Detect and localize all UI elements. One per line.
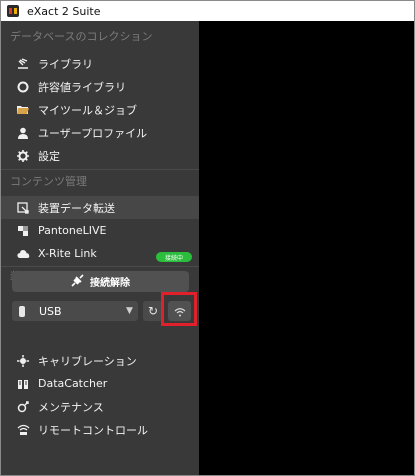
sidebar-item-label: キャリブレーション (38, 354, 137, 368)
datacatcher-icon (16, 377, 30, 391)
plug-icon (71, 273, 84, 290)
gear-icon (16, 149, 30, 163)
disconnect-label: 接続解除 (90, 278, 130, 289)
pantone-icon (16, 224, 30, 238)
sidebar-item-label: 設定 (38, 149, 60, 163)
refresh-icon: ↻ (147, 304, 159, 318)
sidebar-item-label: DataCatcher (38, 377, 108, 390)
main-content-pane (199, 21, 414, 475)
sidebar-item-label: 装置データ転送 (38, 201, 115, 215)
section-header-collection: データベースのコレクション (10, 30, 153, 43)
sidebar-item-maintenance[interactable]: メンテナンス (1, 395, 199, 418)
sidebar-item-label: メンテナンス (38, 400, 104, 414)
sidebar-item-pantonelive[interactable]: PantoneLIVE (1, 219, 199, 242)
cloud-icon (16, 247, 30, 261)
tolerance-icon (16, 80, 30, 94)
section-header-content-management: コンテンツ管理 (10, 175, 87, 188)
app-logo-icon (7, 5, 19, 17)
connection-status-badge: 接続中 (156, 252, 192, 262)
sidebar-item-settings[interactable]: 設定 (1, 144, 199, 167)
sidebar-item-remote-control[interactable]: リモートコントロール (1, 418, 199, 441)
user-icon (16, 126, 30, 140)
sidebar-item-label: ユーザープロファイル (38, 126, 148, 140)
sidebar-item-tolerance-library[interactable]: 許容値ライブラリ (1, 75, 199, 98)
folder-icon (16, 103, 30, 117)
sidebar-item-label: リモートコントロール (38, 423, 148, 437)
disconnect-button[interactable]: 接続解除 (12, 271, 189, 292)
sidebar-item-label: マイツール＆ジョブ (38, 103, 137, 117)
sidebar-item-label: 許容値ライブラリ (38, 80, 126, 94)
wifi-button-highlight (161, 292, 197, 326)
app-window: eXact 2 Suite データベースのコレクション ライブラリ 許容値ライブ… (0, 0, 415, 476)
window-title: eXact 2 Suite (27, 4, 101, 18)
sidebar-item-datacatcher[interactable]: DataCatcher (1, 372, 199, 395)
refresh-button[interactable]: ↻ (143, 301, 163, 321)
transfer-icon (16, 201, 30, 215)
connection-type-select[interactable]: USB ▼ (12, 301, 138, 321)
connection-type-value: USB (39, 304, 62, 318)
sidebar-item-device-data-transfer[interactable]: 装置データ転送 (1, 196, 199, 219)
title-bar: eXact 2 Suite (1, 1, 414, 21)
calibration-icon (16, 354, 30, 368)
usb-icon (19, 305, 25, 317)
sidebar-item-label: X-Rite Link (38, 247, 97, 260)
maintenance-icon (16, 400, 30, 414)
sidebar-item-user-profile[interactable]: ユーザープロファイル (1, 121, 199, 144)
sidebar-item-label: ライブラリ (38, 57, 93, 71)
chevron-down-icon: ▼ (126, 306, 133, 316)
sidebar-item-label: PantoneLIVE (38, 224, 107, 237)
library-icon (16, 57, 30, 71)
sidebar-item-library[interactable]: ライブラリ (1, 52, 199, 75)
sidebar-item-calibration[interactable]: キャリブレーション (1, 349, 199, 372)
remote-control-icon (16, 423, 30, 437)
sidebar-item-my-tools-jobs[interactable]: マイツール＆ジョブ (1, 98, 199, 121)
sidebar: データベースのコレクション ライブラリ 許容値ライブラリ マイツール＆ジョブ ユ… (1, 21, 199, 475)
